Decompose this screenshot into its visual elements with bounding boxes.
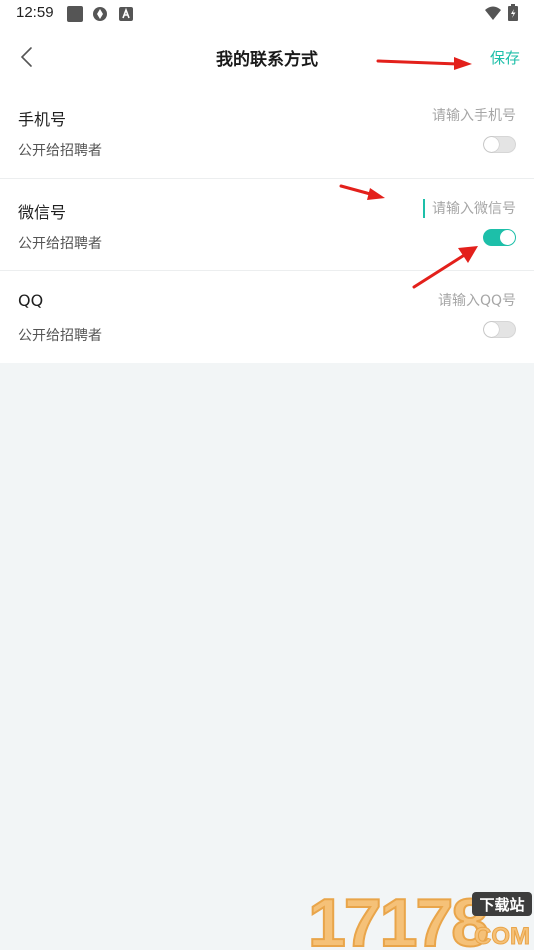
toggle-knob [484,322,499,337]
annotation-arrow-save [376,57,472,70]
a-badge-icon [119,7,133,21]
annotation-arrow-toggle [412,246,478,289]
phone-row: 手机号 公开给招聘者 [0,86,534,178]
contact-card: 手机号 公开给招聘者 微信号 公开给招聘者 QQ 公开给招聘者 [0,86,534,363]
wechat-public-label: 公开给招聘者 [18,236,102,252]
phone-public-toggle[interactable] [483,136,516,153]
annotation-arrow-wechat-input [339,184,385,200]
wechat-label: 微信号 [18,203,67,222]
wifi-icon [485,6,501,20]
qq-public-label: 公开给招聘者 [18,328,102,344]
save-button[interactable]: 保存 [490,47,520,68]
watermark-domain: COM [474,923,530,950]
status-time: 12:59 [16,4,54,21]
qq-input[interactable] [316,290,516,312]
square-icon [67,6,83,22]
phone-label: 手机号 [18,110,67,129]
battery-icon [508,4,518,21]
aperture-icon [93,7,107,21]
status-bar: 12:59 [0,0,534,30]
toggle-knob [484,137,499,152]
watermark-number: 17178 [308,886,487,950]
wechat-public-toggle[interactable] [483,229,516,246]
watermark-graphic: 17178 下载站 COM [307,884,532,950]
qq-public-toggle[interactable] [483,321,516,338]
toggle-knob [500,230,515,245]
watermark-logo: 17178 下载站 COM [306,884,534,950]
phone-public-label: 公开给招聘者 [18,143,102,159]
phone-input[interactable] [316,105,516,127]
qq-label: QQ [18,291,44,310]
watermark-badge: 下载站 [479,896,524,914]
